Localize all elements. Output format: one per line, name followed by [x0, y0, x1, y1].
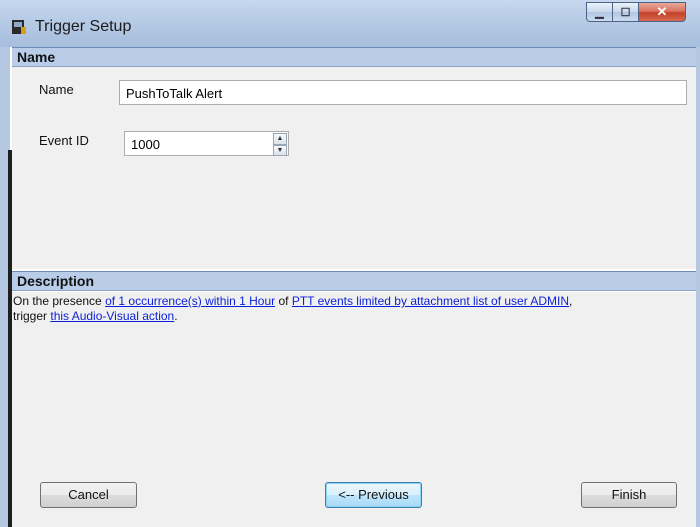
event-id-label: Event ID: [39, 133, 89, 148]
description-text-5: .: [174, 309, 178, 323]
button-bar: Cancel <-- Previous Finish: [12, 447, 696, 527]
ptt-events-link[interactable]: PTT events limited by attachment list of…: [292, 294, 569, 308]
minimize-icon: ▁: [595, 6, 604, 19]
description-text-4: trigger: [13, 309, 51, 323]
finish-button[interactable]: Finish: [581, 482, 677, 508]
name-section-header: Name: [12, 47, 696, 67]
event-id-stepper[interactable]: 1000 ▲ ▼: [124, 131, 289, 156]
trigger-setup-window: Trigger Setup ▁ ☐ ✕ Name Name PushToTalk…: [0, 0, 700, 527]
window-title: Trigger Setup: [35, 18, 132, 35]
close-icon: ✕: [656, 4, 668, 19]
event-id-spinner[interactable]: ▲ ▼: [273, 133, 287, 156]
audio-visual-action-link[interactable]: this Audio-Visual action: [50, 309, 174, 323]
name-panel: Name PushToTalk Alert Event ID 1000 ▲ ▼: [12, 67, 696, 269]
name-label: Name: [39, 82, 74, 97]
description-section-header: Description: [12, 271, 696, 291]
spin-down-icon[interactable]: ▼: [273, 144, 287, 156]
description-text-3: ,: [569, 294, 573, 308]
previous-button[interactable]: <-- Previous: [325, 482, 422, 508]
right-frame: [696, 47, 700, 527]
client-area: Name Name PushToTalk Alert Event ID 1000…: [12, 47, 696, 527]
spin-up-icon[interactable]: ▲: [273, 133, 287, 145]
maximize-icon: ☐: [620, 6, 631, 19]
description-text-1: On the presence: [13, 294, 106, 308]
name-input[interactable]: PushToTalk Alert: [119, 80, 687, 105]
app-icon: [12, 20, 26, 34]
occurrence-link[interactable]: of 1 occurrence(s) within 1 Hour: [105, 294, 275, 308]
minimize-button[interactable]: ▁: [586, 2, 613, 22]
maximize-button[interactable]: ☐: [613, 2, 639, 22]
close-button[interactable]: ✕: [639, 2, 686, 22]
window-controls: ▁ ☐ ✕: [586, 2, 686, 24]
cancel-button[interactable]: Cancel: [40, 482, 137, 508]
title-bar: Trigger Setup ▁ ☐ ✕: [0, 0, 700, 47]
event-id-value: 1000: [131, 137, 160, 152]
description-text-2: of: [275, 294, 292, 308]
description-panel: On the presence of 1 occurrence(s) withi…: [12, 292, 696, 467]
